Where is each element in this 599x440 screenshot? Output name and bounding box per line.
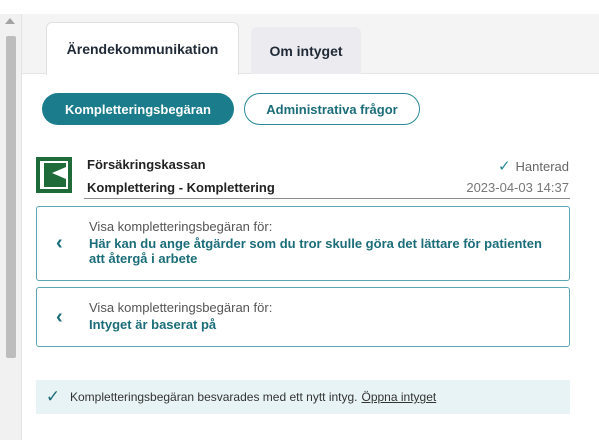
vertical-scrollbar[interactable] (0, 14, 22, 440)
request-card-label: Visa kompletteringsbegäran för: (89, 219, 273, 234)
banner-text: Kompletteringsbegäran besvarades med ett… (70, 390, 358, 404)
request-card[interactable]: ‹ Visa kompletteringsbegäran för: Här ka… (36, 206, 570, 281)
tab-label: Om intyget (269, 42, 343, 59)
filter-administrativa-fragor-button[interactable]: Administrativa frågor (244, 93, 420, 125)
request-card[interactable]: ‹ Visa kompletteringsbegäran för: Intyge… (36, 287, 570, 347)
message-timestamp: 2023-04-03 14:37 (466, 180, 569, 195)
status-label: Hanterad (515, 158, 569, 174)
divider (84, 198, 570, 199)
request-card-link[interactable]: Här kan du ange åtgärder som du tror sku… (89, 236, 559, 266)
answered-info-banner: ✓ Kompletteringsbegäran besvarades med e… (36, 380, 570, 414)
scroll-up-arrow-icon[interactable] (5, 18, 15, 24)
forsakringskassan-logo-icon (36, 157, 72, 193)
status-badge: ✓ Hanterad (498, 157, 569, 175)
check-icon: ✓ (45, 387, 61, 406)
message-subject: Komplettering - Komplettering (87, 180, 275, 195)
tab-arendekommunikation[interactable]: Ärendekommunikation (46, 22, 239, 75)
chevron-left-icon: ‹ (56, 306, 63, 328)
filter-label: Kompletteringsbegäran (65, 101, 211, 117)
request-card-label: Visa kompletteringsbegäran för: (89, 300, 273, 315)
check-icon: ✓ (497, 158, 511, 175)
tab-om-intyget[interactable]: Om intyget (251, 27, 361, 74)
chevron-left-icon: ‹ (56, 232, 63, 254)
tab-label: Ärendekommunikation (66, 41, 219, 57)
filter-kompletteringsbegaran-button[interactable]: Kompletteringsbegäran (42, 93, 234, 125)
scrollbar-thumb[interactable] (6, 36, 16, 358)
filter-label: Administrativa frågor (266, 101, 398, 117)
open-certificate-link[interactable]: Öppna intyget (362, 390, 437, 404)
message-sender: Försäkringskassan (87, 157, 206, 172)
request-card-link[interactable]: Intyget är baserat på (89, 317, 559, 332)
